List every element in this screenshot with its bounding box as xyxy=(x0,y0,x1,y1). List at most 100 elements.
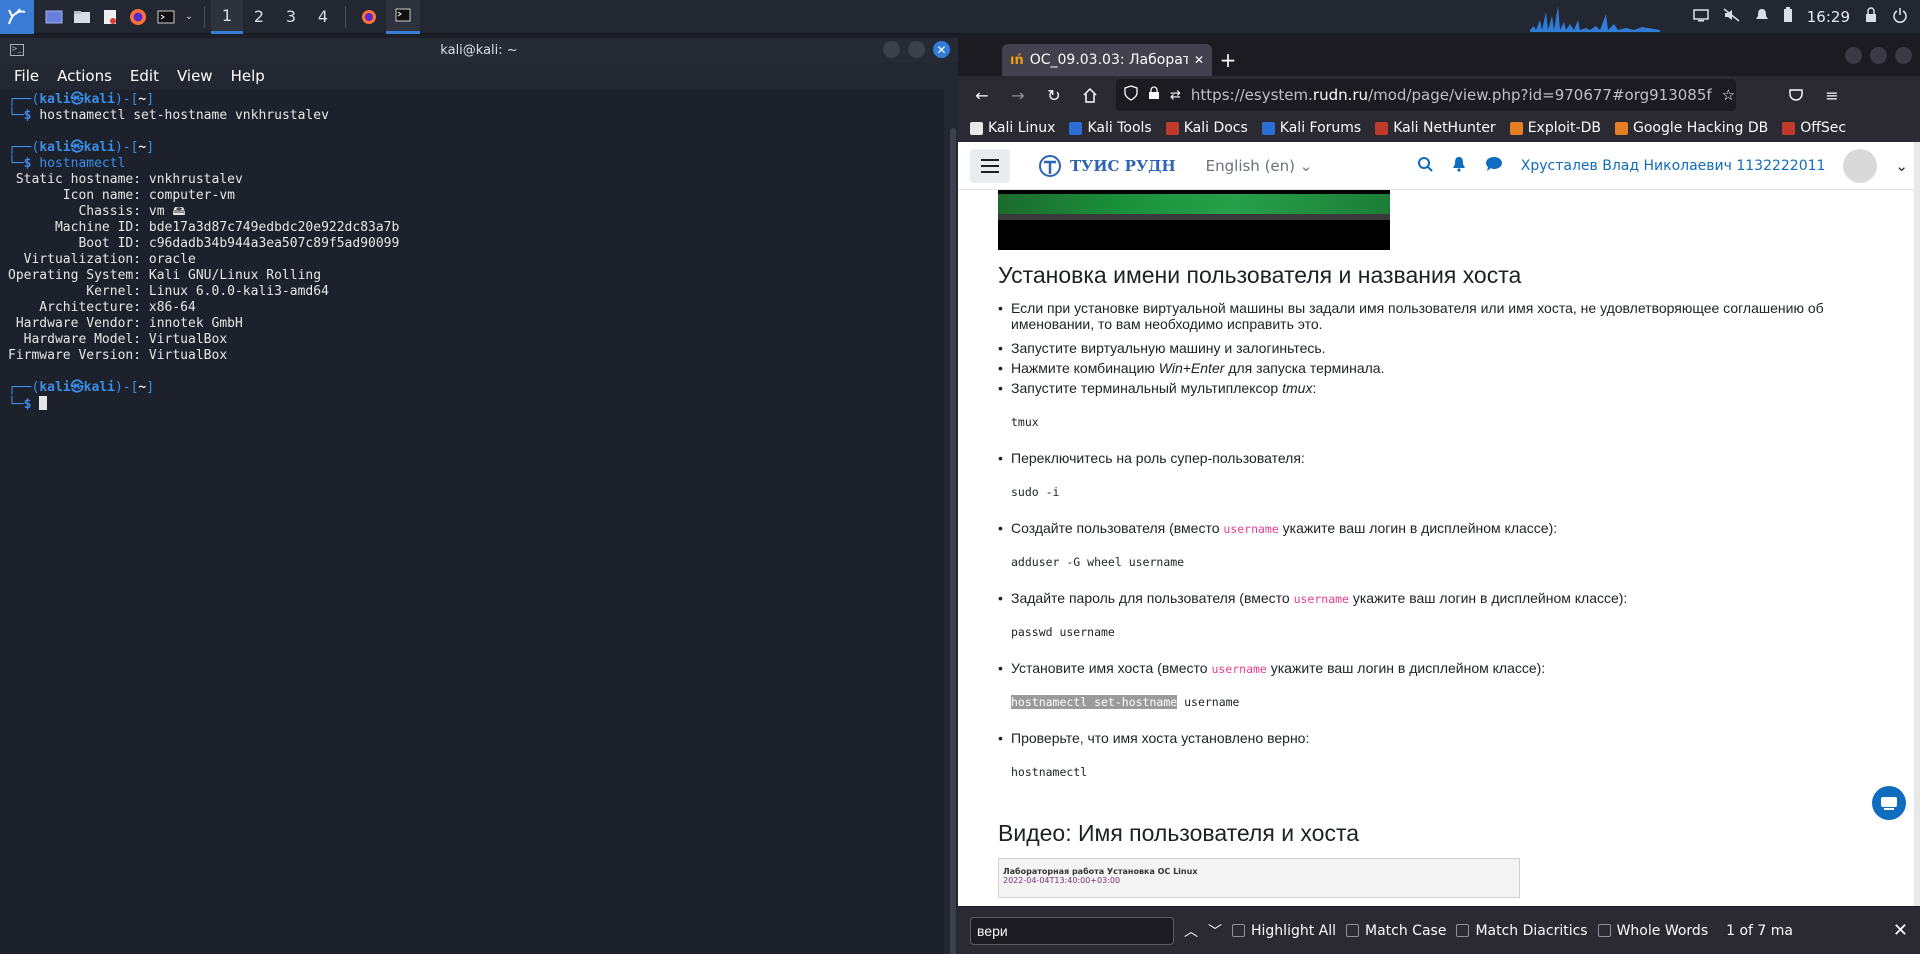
output-line: Hardware Vendor: innotek GmbH xyxy=(8,316,243,331)
close-button[interactable]: ✕ xyxy=(933,41,950,58)
find-close-icon[interactable]: ✕ xyxy=(1893,920,1908,941)
power-icon[interactable] xyxy=(1892,7,1908,27)
bookmark-item[interactable]: Google Hacking DB xyxy=(1614,120,1769,136)
kali-menu-icon[interactable] xyxy=(0,0,34,34)
top-panel: ⌄ 1 2 3 4 16:29 xyxy=(0,0,1920,34)
code-block: passwd username xyxy=(1011,625,1115,639)
reload-icon[interactable]: ↻ xyxy=(1038,79,1070,111)
battery-icon[interactable] xyxy=(1783,7,1793,27)
user-menu-chevron-icon[interactable]: ⌄ xyxy=(1895,157,1908,175)
prompt-line: ┌──(kali㉿kali)-[~] xyxy=(8,92,944,108)
app-menu-icon[interactable]: ≡ xyxy=(1816,79,1848,111)
tab-active[interactable]: ıń ОС_09.03.03: Лаборатор ✕ xyxy=(1002,44,1212,76)
avatar[interactable] xyxy=(1843,149,1878,183)
video-embed[interactable]: Лабораторная работа Установка ОС Linux 2… xyxy=(998,858,1520,898)
firefox-icon[interactable] xyxy=(124,0,152,34)
display-icon[interactable] xyxy=(1693,8,1709,26)
search-icon[interactable] xyxy=(1417,156,1433,176)
find-input[interactable] xyxy=(970,916,1174,945)
task-terminal-icon[interactable] xyxy=(386,0,420,34)
highlight-all-checkbox[interactable]: Highlight All xyxy=(1232,923,1336,939)
bell-icon[interactable] xyxy=(1451,156,1467,176)
command-line: └─$ hostnamectl set-hostname vnkhrustale… xyxy=(8,108,944,124)
menu-actions[interactable]: Actions xyxy=(57,67,112,85)
find-previous-icon[interactable]: ︿ xyxy=(1184,921,1198,941)
prompt-bracket: ] xyxy=(146,92,155,107)
menu-view[interactable]: View xyxy=(177,67,213,85)
terminal-scrollbar[interactable] xyxy=(950,128,956,954)
user-name[interactable]: Хрусталев Влад Николаевич 1132222011 xyxy=(1521,158,1826,174)
home-icon[interactable] xyxy=(1074,79,1106,111)
text-editor-icon[interactable] xyxy=(96,0,124,34)
menu-edit[interactable]: Edit xyxy=(130,67,159,85)
clock[interactable]: 16:29 xyxy=(1807,8,1850,26)
workspace-3[interactable]: 3 xyxy=(275,0,307,34)
task-firefox-icon[interactable] xyxy=(352,0,386,34)
bookmark-item[interactable]: Kali Docs xyxy=(1165,120,1248,136)
permissions-icon[interactable]: ⇄ xyxy=(1170,88,1181,103)
lock-icon[interactable] xyxy=(1864,7,1878,27)
bookmarks-toolbar: Kali Linux Kali Tools Kali Docs Kali For… xyxy=(958,114,1920,142)
menu-file[interactable]: File xyxy=(14,67,39,85)
pocket-icon[interactable] xyxy=(1780,79,1812,111)
site-logo[interactable]: ТУИС РУДН xyxy=(1038,154,1176,178)
page-scrollbar[interactable] xyxy=(1914,142,1920,906)
bookmark-label: Kali Tools xyxy=(1087,120,1152,136)
nav-bar: ← → ↻ ⇄ https://esystem.rudn.ru/mod/page… xyxy=(958,76,1920,114)
workspace-1[interactable]: 1 xyxy=(211,0,243,34)
whole-words-checkbox[interactable]: Whole Words xyxy=(1597,923,1708,939)
file-manager-icon[interactable] xyxy=(68,0,96,34)
bookmark-item[interactable]: Exploit-DB xyxy=(1509,120,1601,136)
list-item-text: Создайте пользователя (вместо xyxy=(1011,520,1224,536)
bookmark-item[interactable]: OffSec xyxy=(1782,120,1846,136)
workspace-4[interactable]: 4 xyxy=(307,0,339,34)
new-tab-button[interactable]: + xyxy=(1212,44,1244,76)
drawer-toggle-button[interactable] xyxy=(970,148,1010,183)
notifications-icon[interactable] xyxy=(1755,8,1769,26)
bookmark-label: OffSec xyxy=(1800,120,1847,136)
launcher-dropdown-icon[interactable]: ⌄ xyxy=(180,0,198,34)
shield-icon[interactable] xyxy=(1124,85,1138,105)
site-logo-icon xyxy=(1039,154,1061,177)
tab-close-icon[interactable]: ✕ xyxy=(1194,53,1204,67)
chat-widget-button[interactable] xyxy=(1872,786,1906,820)
screenshot-image xyxy=(998,190,1390,250)
match-diacritics-checkbox[interactable]: Match Diacritics xyxy=(1456,923,1588,939)
maximize-button[interactable] xyxy=(1870,47,1887,64)
bookmark-item[interactable]: Kali NetHunter xyxy=(1375,120,1496,136)
messages-icon[interactable] xyxy=(1485,156,1503,176)
list-item-text: Проверьте, что имя хоста установлено вер… xyxy=(1011,730,1310,746)
find-next-icon[interactable]: ﹀ xyxy=(1208,921,1222,941)
bookmark-star-icon[interactable]: ☆ xyxy=(1722,86,1735,104)
bookmark-item[interactable]: Kali Forums xyxy=(1261,120,1361,136)
terminal-output[interactable]: ┌──(kali㉿kali)-[~] └─$ hostnamectl set-h… xyxy=(0,90,944,954)
forward-icon[interactable]: → xyxy=(1002,79,1034,111)
minimize-button[interactable] xyxy=(883,41,900,58)
bookmark-favicon-icon xyxy=(1069,121,1083,135)
volume-muted-icon[interactable] xyxy=(1723,8,1741,26)
url-bar[interactable]: ⇄ https://esystem.rudn.ru/mod/page/view.… xyxy=(1116,79,1736,111)
terminal-launcher-icon[interactable] xyxy=(152,0,180,34)
maximize-button[interactable] xyxy=(908,41,925,58)
bookmark-item[interactable]: Kali Linux xyxy=(970,120,1055,136)
find-highlight: hostnamectl set-hostname xyxy=(1011,695,1178,709)
menu-help[interactable]: Help xyxy=(231,67,265,85)
command-text: hostnamectl xyxy=(39,156,126,171)
list-item: Создайте пользователя (вместо username у… xyxy=(998,520,1557,537)
bookmark-label: Google Hacking DB xyxy=(1632,120,1769,136)
terminal-titlebar[interactable]: >_ kali@kali: ~ ✕ xyxy=(0,38,958,62)
show-desktop-icon[interactable] xyxy=(40,0,68,34)
close-button[interactable] xyxy=(1895,47,1912,64)
back-icon[interactable]: ← xyxy=(966,79,998,111)
match-case-checkbox[interactable]: Match Case xyxy=(1346,923,1446,939)
browser-window: ıń ОС_09.03.03: Лаборатор ✕ + ← → ↻ ⇄ ht xyxy=(958,38,1920,954)
bookmark-item[interactable]: Kali Tools xyxy=(1069,120,1152,136)
workspace-2[interactable]: 2 xyxy=(243,0,275,34)
lock-icon[interactable] xyxy=(1148,86,1160,104)
section-heading: Видео: Имя пользователя и хоста xyxy=(998,820,1360,846)
language-selector[interactable]: English (en) ⌄ xyxy=(1206,157,1313,175)
list-item: Запустите терминальный мультиплексор tmu… xyxy=(998,380,1316,396)
url-text[interactable]: https://esystem.rudn.ru/mod/page/view.ph… xyxy=(1191,86,1712,104)
prompt-dollar: $ xyxy=(23,397,40,412)
minimize-button[interactable] xyxy=(1845,47,1862,64)
